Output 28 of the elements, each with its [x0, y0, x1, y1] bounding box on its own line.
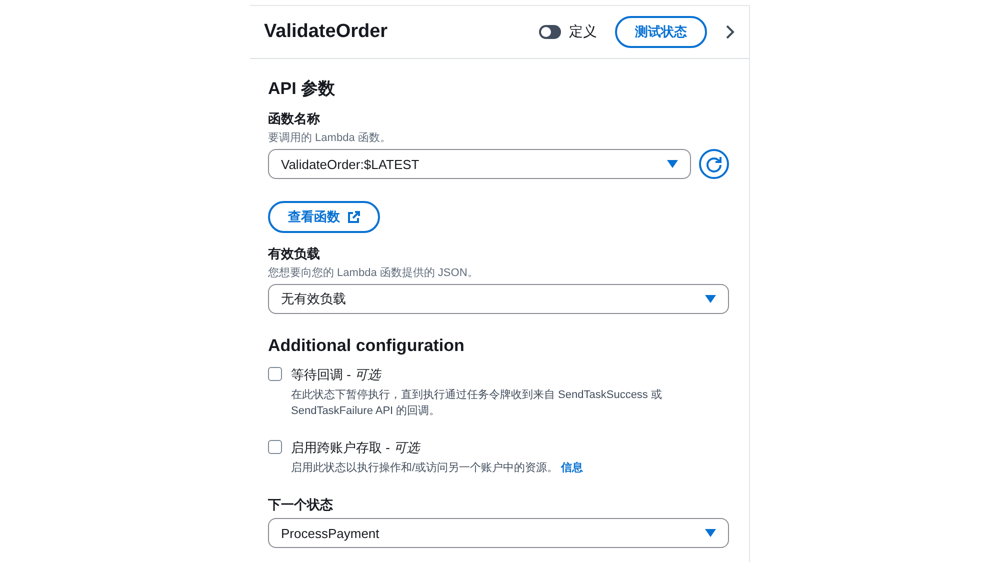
- checkbox[interactable]: [268, 440, 282, 454]
- field-description: 要调用的 Lambda 函数。: [268, 131, 392, 145]
- panel-title: ValidateOrder: [264, 21, 389, 43]
- field-label: 有效负载: [268, 245, 321, 263]
- next-state-select[interactable]: ProcessPayment: [268, 518, 729, 548]
- caret-icon: [705, 529, 716, 537]
- caret-icon: [667, 160, 678, 168]
- field-description: 您想要向您的 Lambda 函数提供的 JSON。: [268, 266, 480, 280]
- test-state-button[interactable]: 测试状态: [615, 16, 707, 48]
- refresh-icon[interactable]: [699, 149, 729, 179]
- option-description: 启用此状态以执行操作和/或访问另一个账户中的资源。 信息: [291, 460, 584, 476]
- checkbox-label: 启用跨账户存取 - 可选: [291, 439, 422, 457]
- toggle-label: 定义: [569, 23, 597, 41]
- checkbox[interactable]: [268, 367, 282, 381]
- function-select[interactable]: ValidateOrder:$LATEST: [268, 149, 691, 179]
- section-heading: API 参数: [268, 78, 336, 100]
- checkbox-label: 等待回调 - 可选: [291, 366, 382, 384]
- section-heading: Additional configuration: [268, 336, 466, 356]
- toggle-switch[interactable]: [539, 25, 561, 39]
- caret-icon: [705, 295, 716, 303]
- view-function-button[interactable]: 查看函数: [268, 201, 380, 233]
- external-link-icon: [348, 211, 360, 223]
- field-label: 下一个状态: [268, 496, 334, 514]
- info-link[interactable]: 信息: [561, 462, 584, 474]
- chevron-right-icon[interactable]: [725, 25, 735, 39]
- option-description: 在此状态下暂停执行，直到执行通过任务令牌收到来自 SendTaskSuccess 或 SendTaskFailure API 的回调。: [291, 388, 663, 419]
- payload-select[interactable]: 无有效负载: [268, 284, 729, 314]
- field-label: 函数名称: [268, 110, 321, 128]
